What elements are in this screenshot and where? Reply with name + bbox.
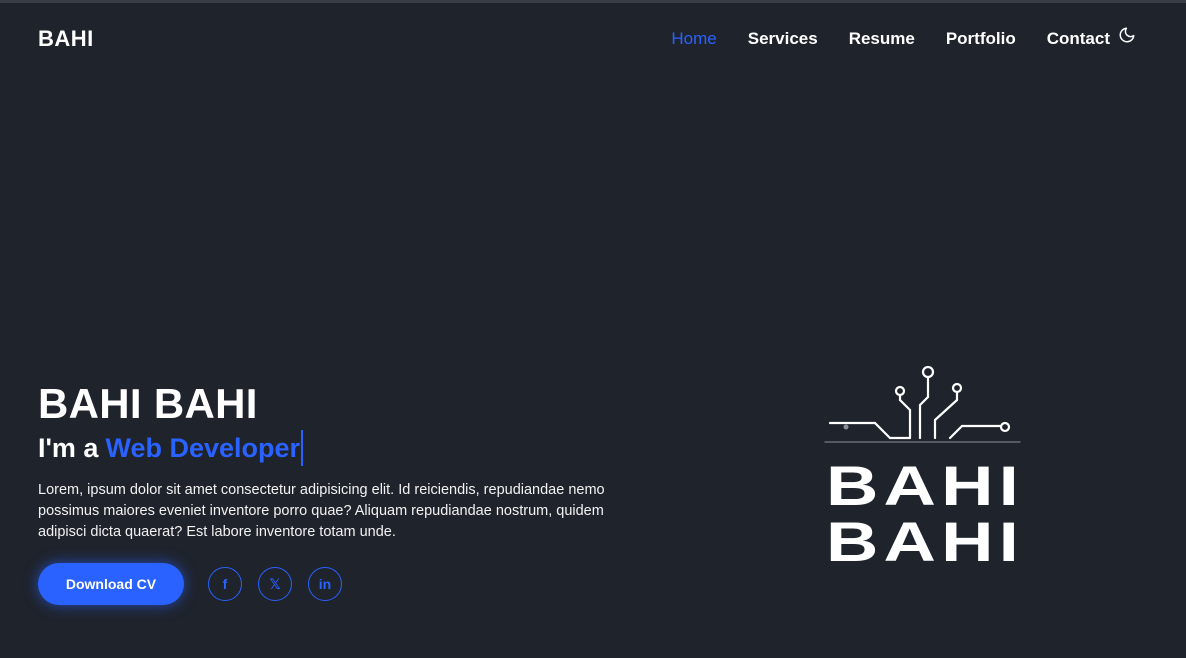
hero-role-highlight: Web Developer	[105, 433, 301, 463]
hero-name: BAHI BAHI	[38, 380, 258, 427]
hero-actions: Download CV f 𝕏 in	[38, 563, 658, 605]
hero-description: Lorem, ipsum dolor sit amet consectetur …	[38, 482, 605, 540]
nav-home[interactable]: Home	[671, 29, 716, 49]
site-header: BAHI Home Services Resume Portfolio Cont…	[0, 3, 1186, 75]
brand-logo-line1: BAHI	[826, 454, 1024, 517]
circuit-icon	[824, 365, 1021, 443]
x-icon[interactable]: 𝕏	[258, 567, 292, 601]
hero-section: BAHI BAHI I'm a Web Developer Lorem, ips…	[38, 380, 658, 605]
brand-logo-graphic: BAHI BAHI	[820, 360, 1030, 573]
hero-role-prefix: I'm a	[38, 433, 99, 463]
brand-logo-line2: BAHI	[826, 510, 1024, 570]
site-logo[interactable]: BAHI	[38, 26, 94, 52]
facebook-icon[interactable]: f	[208, 567, 242, 601]
nav-portfolio[interactable]: Portfolio	[946, 29, 1016, 49]
nav-services[interactable]: Services	[748, 29, 818, 49]
nav-resume[interactable]: Resume	[849, 29, 915, 49]
download-cv-button[interactable]: Download CV	[38, 563, 184, 605]
moon-icon[interactable]	[1118, 26, 1136, 44]
nav-contact[interactable]: Contact	[1047, 29, 1110, 49]
typing-cursor	[301, 430, 304, 466]
hero-role: I'm a Web Developer	[38, 430, 658, 466]
main-nav: Home Services Resume Portfolio Contact	[640, 26, 1136, 49]
linkedin-icon[interactable]: in	[308, 567, 342, 601]
